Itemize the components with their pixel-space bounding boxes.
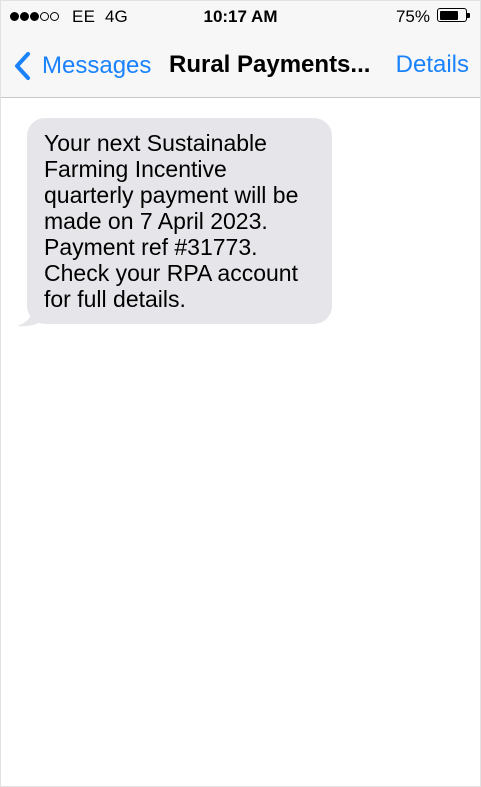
battery-fill: [439, 10, 459, 20]
incoming-message-bubble[interactable]: Your next Sustainable Farming Incentive …: [27, 118, 332, 324]
conversation-title: Rural Payments...: [169, 51, 371, 78]
battery-icon: [437, 8, 470, 22]
chevron-left-icon[interactable]: [13, 50, 33, 82]
message-thread[interactable]: Your next Sustainable Farming Incentive …: [1, 98, 480, 786]
status-bar: EE 4G 10:17 AM 75%: [1, 1, 480, 33]
messages-screen: EE 4G 10:17 AM 75% Messages Rural Paymen…: [0, 0, 481, 787]
battery-percentage: 75%: [395, 7, 430, 26]
details-button[interactable]: Details: [396, 51, 469, 79]
back-button[interactable]: Messages: [13, 49, 151, 83]
message-row: Your next Sustainable Farming Incentive …: [17, 118, 332, 327]
navigation-bar: Messages Rural Payments... Details: [1, 33, 480, 98]
back-button-label[interactable]: Messages: [42, 52, 151, 80]
